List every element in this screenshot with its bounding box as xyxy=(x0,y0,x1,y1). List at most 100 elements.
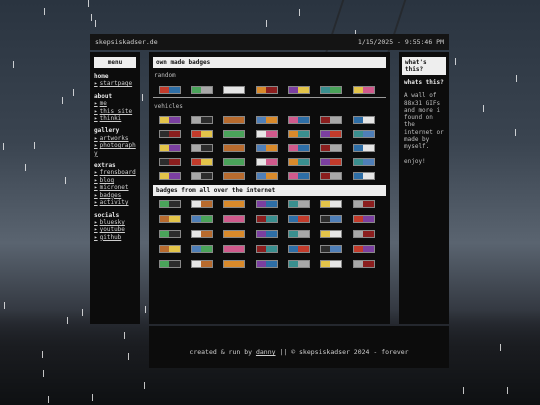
badge-88x31[interactable] xyxy=(352,230,375,238)
menu-link-youtube[interactable]: ▸ youtube xyxy=(94,226,136,233)
badge-88x31[interactable] xyxy=(288,116,311,124)
badge-88x31[interactable] xyxy=(158,86,181,94)
badge-88x31[interactable] xyxy=(352,116,375,124)
badge-88x31[interactable] xyxy=(158,116,181,124)
menu-link-me[interactable]: ▸ me xyxy=(94,100,136,107)
badge-88x31[interactable] xyxy=(190,172,213,180)
author-link[interactable]: danny xyxy=(256,348,276,356)
badge-88x31[interactable] xyxy=(288,144,311,152)
rain-streak xyxy=(48,396,49,403)
info-outro: enjoy! xyxy=(404,157,426,165)
badge-88x31[interactable] xyxy=(320,230,343,238)
badge-88x31[interactable] xyxy=(320,130,343,138)
badge-88x31[interactable] xyxy=(352,144,375,152)
badge-88x31[interactable] xyxy=(288,230,311,238)
badge-88x31[interactable] xyxy=(320,245,343,253)
badge-88x31[interactable] xyxy=(352,200,375,208)
badge-88x31[interactable] xyxy=(158,230,181,238)
badge-88x31[interactable] xyxy=(352,260,375,268)
badge-88x31[interactable] xyxy=(320,172,343,180)
menu-link-artworks[interactable]: ▸ artworks xyxy=(94,135,136,142)
badge-88x31[interactable] xyxy=(223,260,246,268)
badge-88x31[interactable] xyxy=(288,215,311,223)
badge-88x31[interactable] xyxy=(288,200,311,208)
badge-88x31[interactable] xyxy=(255,172,278,180)
menu-link-thinki[interactable]: ▸ thinki xyxy=(94,115,136,122)
badge-88x31[interactable] xyxy=(255,116,278,124)
badge-88x31[interactable] xyxy=(255,144,278,152)
menu-link-badges[interactable]: ▸ badges xyxy=(94,192,136,199)
badge-88x31[interactable] xyxy=(352,215,375,223)
badge-88x31[interactable] xyxy=(158,172,181,180)
badge-88x31[interactable] xyxy=(320,260,343,268)
badge-88x31[interactable] xyxy=(158,130,181,138)
badge-88x31[interactable] xyxy=(288,86,311,94)
arrow-icon: ▸ xyxy=(94,226,98,234)
badge-88x31[interactable] xyxy=(288,260,311,268)
badge-88x31[interactable] xyxy=(255,260,278,268)
badge-88x31[interactable] xyxy=(223,158,246,166)
badge-88x31[interactable] xyxy=(158,200,181,208)
badge-88x31[interactable] xyxy=(223,230,246,238)
menu-link-frensboard[interactable]: ▸ frensboard xyxy=(94,169,136,176)
badge-88x31[interactable] xyxy=(223,215,246,223)
badge-88x31[interactable] xyxy=(288,172,311,180)
badge-88x31[interactable] xyxy=(352,130,375,138)
rain-streak xyxy=(500,344,501,351)
badge-88x31[interactable] xyxy=(255,130,278,138)
badge-88x31[interactable] xyxy=(352,158,375,166)
badge-88x31[interactable] xyxy=(352,245,375,253)
badge-88x31[interactable] xyxy=(255,86,278,94)
badge-88x31[interactable] xyxy=(320,144,343,152)
arrow-icon: ▸ xyxy=(94,107,98,115)
badge-88x31[interactable] xyxy=(190,116,213,124)
badge-88x31[interactable] xyxy=(158,245,181,253)
badge-88x31[interactable] xyxy=(190,245,213,253)
badge-88x31[interactable] xyxy=(223,130,246,138)
badge-88x31[interactable] xyxy=(223,245,246,253)
badge-88x31[interactable] xyxy=(320,86,343,94)
badge-88x31[interactable] xyxy=(190,144,213,152)
badge-88x31[interactable] xyxy=(320,116,343,124)
badge-88x31[interactable] xyxy=(190,130,213,138)
badge-88x31[interactable] xyxy=(352,86,375,94)
badge-88x31[interactable] xyxy=(190,86,213,94)
badge-88x31[interactable] xyxy=(223,116,246,124)
badge-88x31[interactable] xyxy=(255,200,278,208)
badge-88x31[interactable] xyxy=(223,200,246,208)
menu-link-startpage[interactable]: ▸ startpage xyxy=(94,80,136,87)
badge-88x31[interactable] xyxy=(190,230,213,238)
badge-88x31[interactable] xyxy=(190,158,213,166)
badge-88x31[interactable] xyxy=(158,158,181,166)
badge-88x31[interactable] xyxy=(320,215,343,223)
badge-88x31[interactable] xyxy=(223,86,246,94)
rain-streak xyxy=(266,20,267,27)
menu-link-micronet[interactable]: ▸ micronet xyxy=(94,184,136,191)
badge-88x31[interactable] xyxy=(320,200,343,208)
badge-88x31[interactable] xyxy=(190,200,213,208)
badge-88x31[interactable] xyxy=(158,144,181,152)
menu-link-activity[interactable]: ▸ activity xyxy=(94,199,136,206)
badge-88x31[interactable] xyxy=(288,130,311,138)
badge-88x31[interactable] xyxy=(223,172,246,180)
menu-link-bluesky[interactable]: ▸ bluesky xyxy=(94,219,136,226)
badge-88x31[interactable] xyxy=(190,215,213,223)
badge-88x31[interactable] xyxy=(320,158,343,166)
badge-88x31[interactable] xyxy=(288,245,311,253)
badge-88x31[interactable] xyxy=(158,260,181,268)
badge-88x31[interactable] xyxy=(255,158,278,166)
menu-link-this-site[interactable]: ▸ this site xyxy=(94,108,136,115)
badge-88x31[interactable] xyxy=(255,245,278,253)
info-heading: whats this? xyxy=(404,79,444,86)
badge-88x31[interactable] xyxy=(255,215,278,223)
menu-link-github[interactable]: ▸ github xyxy=(94,234,136,241)
badge-88x31[interactable] xyxy=(352,172,375,180)
badge-88x31[interactable] xyxy=(288,158,311,166)
badge-88x31[interactable] xyxy=(255,230,278,238)
badge-88x31[interactable] xyxy=(223,144,246,152)
menu-link-photography[interactable]: ▸ photography xyxy=(94,142,136,157)
random-label: random xyxy=(154,72,176,79)
menu-link-blog[interactable]: ▸ blog xyxy=(94,177,136,184)
badge-88x31[interactable] xyxy=(158,215,181,223)
badge-88x31[interactable] xyxy=(190,260,213,268)
